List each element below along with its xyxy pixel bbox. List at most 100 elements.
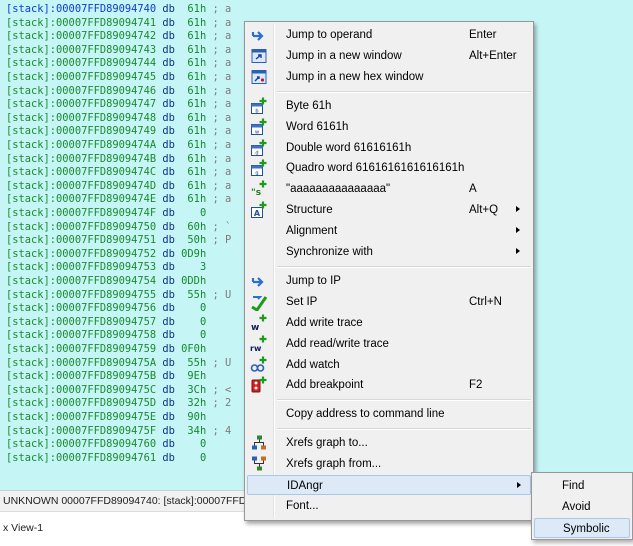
menu-item-font[interactable]: Font... [247, 496, 531, 516]
listing-line[interactable]: [stack]:00007FFD89094746 db 61h ; a [6, 85, 231, 98]
menu-item-synchronize-with[interactable]: Synchronize with [247, 242, 531, 262]
listing-line[interactable]: [stack]:00007FFD89094742 db 61h ; a [6, 30, 231, 43]
listing-comment: ; a [206, 179, 232, 192]
menu-item-label: Set IP [286, 295, 318, 308]
menu-item-xrefs-graph-to[interactable]: Xrefs graph to... [247, 433, 531, 453]
menu-item-double-word-61616161h[interactable]: d Double word 61616161h [247, 138, 531, 158]
menu-item-xrefs-graph-from[interactable]: Xrefs graph from... [247, 454, 531, 474]
submenu-arrow-icon [517, 482, 521, 488]
menu-item-quadro-word-6161616161616161h[interactable]: q Quadro word 6161616161616161h [247, 158, 531, 178]
listing-operand: 0F0h [181, 343, 207, 355]
menu-item-label: Jump to IP [286, 274, 341, 287]
menu-item-idangr[interactable]: IDAngr [247, 475, 531, 495]
svg-text:"s: "s [251, 188, 261, 198]
menu-item-word-6161h[interactable]: w Word 6161h [247, 117, 531, 137]
menu-item-jump-to-ip[interactable]: Jump to IP [247, 271, 531, 291]
listing-line[interactable]: [stack]:00007FFD89094754 db 0DDh [6, 275, 206, 288]
listing-seg: [stack]:00007FFD8909475A [6, 356, 157, 369]
svg-text:w: w [251, 323, 259, 332]
menu-item-add-breakpoint[interactable]: Add breakpoint F2 [247, 375, 531, 395]
listing-mnem: db [156, 30, 182, 43]
listing-line[interactable]: [stack]:00007FFD8909474B db 61h ; a [6, 153, 231, 166]
menu-item-add-read-write-trace[interactable]: rw Add read/write trace [247, 334, 531, 354]
tab-hex-view[interactable]: x View-1 [0, 518, 43, 538]
listing-line[interactable]: [stack]:00007FFD8909474A db 61h ; a [6, 139, 231, 152]
listing-line[interactable]: [stack]:00007FFD89094753 db 3 [6, 261, 206, 274]
submenu-item-symbolic[interactable]: Symbolic [534, 518, 630, 538]
listing-mnem: db [156, 193, 182, 206]
submenu-item-label: Avoid [562, 501, 591, 513]
listing-seg: [stack]:00007FFD89094745 [6, 71, 157, 83]
listing-line[interactable]: [stack]:00007FFD89094761 db 0 [6, 452, 206, 465]
listing-seg: [stack]:00007FFD89094756 [6, 302, 157, 315]
submenu-item-label: Symbolic [563, 523, 610, 535]
menu-item-alignment[interactable]: Alignment [247, 221, 531, 241]
listing-operand: 61h [181, 152, 207, 165]
listing-line[interactable]: [stack]:00007FFD8909474F db 0 [6, 207, 206, 220]
listing-line[interactable]: [stack]:00007FFD89094752 db 0D9h [6, 248, 206, 261]
listing-mnem: db [156, 261, 182, 274]
submenu-item-avoid[interactable]: Avoid [534, 497, 630, 517]
listing-seg: [stack]:00007FFD89094759 [6, 343, 157, 355]
listing-comment: ; < [206, 383, 232, 396]
listing-operand: 9Eh [181, 370, 207, 383]
menu-item-jump-to-operand[interactable]: Jump to operand Enter [247, 25, 531, 45]
listing-comment: ; a [206, 16, 232, 29]
xrefs-to-icon [250, 434, 268, 452]
listing-line[interactable]: [stack]:00007FFD89094747 db 61h ; a [6, 98, 231, 111]
menu-item-aaaaaaaaaaaaaaa[interactable]: "s "aaaaaaaaaaaaaaa" A [247, 179, 531, 199]
listing-seg: [stack]:00007FFD8909474E [6, 193, 157, 206]
menu-item-label: "aaaaaaaaaaaaaaa" [286, 183, 391, 196]
listing-line[interactable]: [stack]:00007FFD8909475C db 3Ch ; < [6, 384, 231, 397]
menu-item-label: Xrefs graph from... [286, 458, 382, 471]
listing-line[interactable]: [stack]:00007FFD8909474E db 61h ; a [6, 193, 231, 206]
listing-line[interactable]: [stack]:00007FFD8909475F db 34h ; 4 [6, 425, 231, 438]
listing-line[interactable]: [stack]:00007FFD89094751 db 50h ; P [6, 234, 231, 247]
menu-item-label: Xrefs graph to... [286, 437, 368, 450]
menu-item-jump-in-a-new-window[interactable]: Jump in a new window Alt+Enter [247, 46, 531, 66]
menu-item-label: Add watch [286, 358, 340, 371]
menu-item-jump-in-a-new-hex-window[interactable]: Jump in a new hex window [247, 67, 531, 87]
listing-line[interactable]: [stack]:00007FFD8909475A db 55h ; U [6, 357, 231, 370]
data-byte-icon: b [250, 97, 268, 115]
hex-window-icon [250, 68, 268, 86]
menu-item-set-ip[interactable]: Set IP Ctrl+N [247, 292, 531, 312]
listing-mnem: db [156, 57, 182, 70]
listing-line[interactable]: [stack]:00007FFD89094743 db 61h ; a [6, 44, 231, 57]
listing-operand: 55h [181, 356, 207, 369]
listing-seg: [stack]:00007FFD8909474A [6, 139, 157, 151]
listing-line[interactable]: [stack]:00007FFD89094759 db 0F0h [6, 343, 206, 356]
listing-line[interactable]: [stack]:00007FFD89094748 db 61h ; a [6, 112, 231, 125]
menu-item-label: Add read/write trace [286, 337, 389, 350]
listing-line[interactable]: [stack]:00007FFD8909474C db 61h ; a [6, 166, 231, 179]
listing-line[interactable]: [stack]:00007FFD89094741 db 61h ; a [6, 17, 231, 30]
listing-line[interactable]: [stack]:00007FFD89094744 db 61h ; a [6, 57, 231, 70]
menu-item-byte-61h[interactable]: b Byte 61h [247, 96, 531, 116]
listing-line[interactable]: [stack]:00007FFD89094745 db 61h ; a [6, 71, 231, 84]
submenu-item-find[interactable]: Find [534, 476, 630, 496]
listing-line[interactable]: [stack]:00007FFD89094750 db 60h ; ` [6, 221, 231, 234]
listing-comment: ; 4 [206, 424, 232, 437]
menu-item-copy-address-to-command-line[interactable]: Copy address to command line [247, 404, 531, 424]
listing-line[interactable]: [stack]:00007FFD8909474D db 61h ; a [6, 180, 231, 193]
listing-line[interactable]: [stack]:00007FFD89094756 db 0 [6, 302, 206, 315]
listing-line[interactable]: [stack]:00007FFD89094760 db 0 [6, 438, 206, 451]
listing-line[interactable]: [stack]:00007FFD89094758 db 0 [6, 329, 206, 342]
menu-item-add-watch[interactable]: Add watch [247, 355, 531, 375]
menu-item-structure[interactable]: A Structure Alt+Q [247, 200, 531, 220]
listing-line[interactable]: [stack]:00007FFD8909475E db 90h [6, 411, 206, 424]
listing-operand: 61h [181, 3, 207, 15]
listing-operand: 3Ch [181, 383, 207, 396]
listing-line[interactable]: [stack]:00007FFD89094755 db 55h ; U [6, 289, 231, 302]
listing-line[interactable]: [stack]:00007FFD89094749 db 61h ; a [6, 125, 231, 138]
menu-item-add-write-trace[interactable]: w Add write trace [247, 313, 531, 333]
menu-item-label: Synchronize with [286, 246, 373, 258]
listing-mnem: db [156, 139, 182, 151]
idangr-submenu: Find Avoid Symbolic [531, 472, 633, 540]
listing-line[interactable]: [stack]:00007FFD8909475B db 9Eh [6, 370, 206, 383]
listing-line[interactable]: [stack]:00007FFD8909475D db 32h ; 2 [6, 397, 231, 410]
listing-line[interactable]: [stack]:00007FFD89094757 db 0 [6, 316, 206, 329]
listing-seg: [stack]:00007FFD8909474D [6, 179, 157, 192]
listing-line[interactable]: [stack]:00007FFD89094740 db 61h ; a [6, 3, 231, 16]
listing-seg: [stack]:00007FFD8909475B [6, 370, 157, 383]
